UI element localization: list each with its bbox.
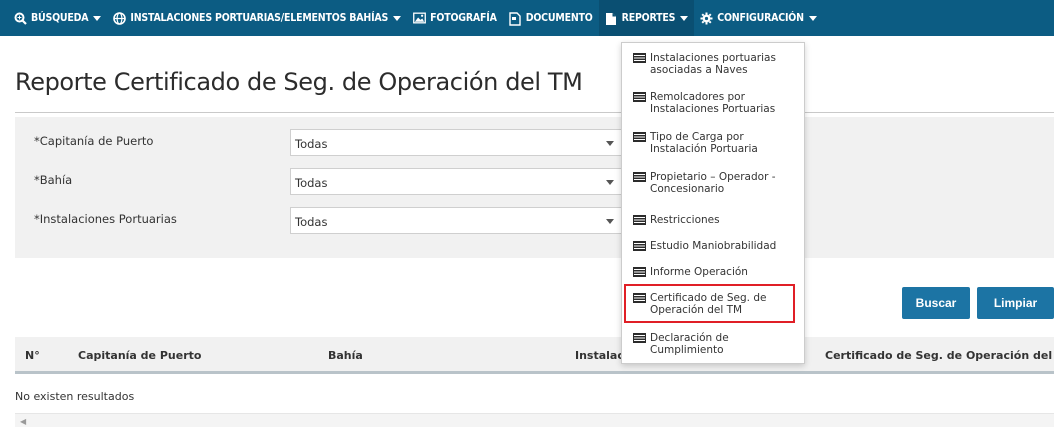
column-header-bahia[interactable]: Bahía [328, 349, 363, 362]
menu-item-label: Instalaciones portuarias asociadas a Nav… [650, 52, 776, 76]
menu-item-label: Propietario – Operador - Concesionario [650, 171, 776, 195]
menu-item-instalaciones-naves[interactable]: Instalaciones portuarias asociadas a Nav… [622, 52, 804, 76]
menu-item-estudio-maniobrabilidad[interactable]: Estudio Maniobrabilidad [622, 240, 804, 252]
report-icon [633, 267, 646, 277]
scroll-left-arrow-icon[interactable]: ◀ [20, 417, 26, 426]
bahia-select-value: Todas [295, 176, 328, 190]
report-icon [633, 132, 646, 142]
globe-icon [113, 11, 127, 25]
menu-item-label: Declaración de Cumplimiento [650, 332, 729, 356]
chevron-down-icon [606, 141, 614, 146]
title-divider [15, 112, 1054, 113]
menu-item-label: Restricciones [650, 214, 720, 226]
column-header-instalaciones[interactable]: Instalac [575, 349, 624, 362]
top-navigation-bar: BÚSQUEDA INSTALACIONES PORTUARIAS/ELEMEN… [0, 0, 1054, 36]
image-icon [413, 12, 427, 25]
highlighted-menu-item-outline [624, 284, 795, 323]
caret-down-icon [808, 15, 817, 21]
report-icon [633, 333, 646, 343]
report-icon [633, 241, 646, 251]
search-icon [14, 12, 27, 25]
nav-reportes[interactable]: REPORTES [598, 0, 695, 36]
nav-fotografia[interactable]: FOTOGRAFÍA [413, 0, 503, 36]
menu-item-informe-operacion[interactable]: Informe Operación [622, 266, 804, 278]
results-table-header: N° Capitanía de Puerto Bahía Instalac Ce… [15, 337, 1054, 374]
instalaciones-select[interactable]: Todas [290, 207, 623, 234]
chevron-down-icon [606, 219, 614, 224]
file-icon [605, 12, 618, 25]
filter-label-bahia: *Bahía [34, 173, 73, 187]
nav-busqueda-label: BÚSQUEDA [31, 12, 89, 24]
caret-down-icon [93, 15, 102, 21]
column-header-capitania[interactable]: Capitanía de Puerto [78, 349, 201, 362]
chevron-down-icon [606, 180, 614, 185]
caret-down-icon [393, 15, 402, 21]
nav-instalaciones-label: INSTALACIONES PORTUARIAS/ELEMENTOS BAHÍA… [130, 12, 389, 24]
filter-label-instalaciones: *Instalaciones Portuarias [34, 212, 177, 226]
document-icon [509, 11, 522, 26]
report-icon [633, 92, 646, 102]
column-header-certificado[interactable]: Certificado de Seg. de Operación del TM [825, 349, 1054, 362]
caret-down-icon [680, 15, 689, 21]
capitania-select[interactable]: Todas [290, 129, 623, 156]
report-icon [633, 215, 646, 225]
menu-item-label: Estudio Maniobrabilidad [650, 240, 777, 252]
menu-item-label: Informe Operación [650, 266, 748, 278]
nav-documento-label: DOCUMENTO [525, 12, 593, 24]
gear-icon [700, 12, 713, 25]
nav-configuracion-label: CONFIGURACIÓN [717, 12, 804, 24]
empty-results-message: No existen resultados [15, 390, 135, 403]
menu-item-declaracion-cumplimiento[interactable]: Declaración de Cumplimiento [622, 332, 804, 356]
search-button[interactable]: Buscar [902, 287, 970, 319]
filter-panel: *Capitanía de Puerto Todas *Bahía Todas … [15, 117, 1054, 258]
nav-instalaciones[interactable]: INSTALACIONES PORTUARIAS/ELEMENTOS BAHÍA… [113, 0, 407, 36]
menu-item-label: Tipo de Carga por Instalación Portuaria [650, 131, 758, 155]
menu-item-propietario[interactable]: Propietario – Operador - Concesionario [622, 171, 804, 195]
clear-button[interactable]: Limpiar [977, 287, 1054, 319]
page-title: Reporte Certificado de Seg. de Operación… [15, 68, 583, 96]
report-icon [633, 172, 646, 182]
capitania-select-value: Todas [295, 137, 328, 151]
instalaciones-select-value: Todas [295, 215, 328, 229]
menu-item-tipo-carga[interactable]: Tipo de Carga por Instalación Portuaria [622, 131, 804, 155]
bahia-select[interactable]: Todas [290, 168, 623, 195]
nav-busqueda[interactable]: BÚSQUEDA [14, 0, 107, 36]
horizontal-scrollbar[interactable]: ◀ [15, 413, 1054, 427]
filter-label-capitania: *Capitanía de Puerto [34, 134, 154, 148]
nav-reportes-label: REPORTES [621, 12, 676, 24]
report-icon [633, 53, 646, 63]
menu-item-remolcadores[interactable]: Remolcadores por Instalaciones Portuaria… [622, 91, 804, 115]
nav-fotografia-label: FOTOGRAFÍA [430, 12, 497, 24]
nav-documento[interactable]: DOCUMENTO [509, 0, 599, 36]
menu-item-label: Remolcadores por Instalaciones Portuaria… [650, 91, 776, 115]
column-header-number[interactable]: N° [25, 349, 40, 362]
menu-item-restricciones[interactable]: Restricciones [622, 214, 804, 226]
nav-configuracion[interactable]: CONFIGURACIÓN [700, 0, 823, 36]
